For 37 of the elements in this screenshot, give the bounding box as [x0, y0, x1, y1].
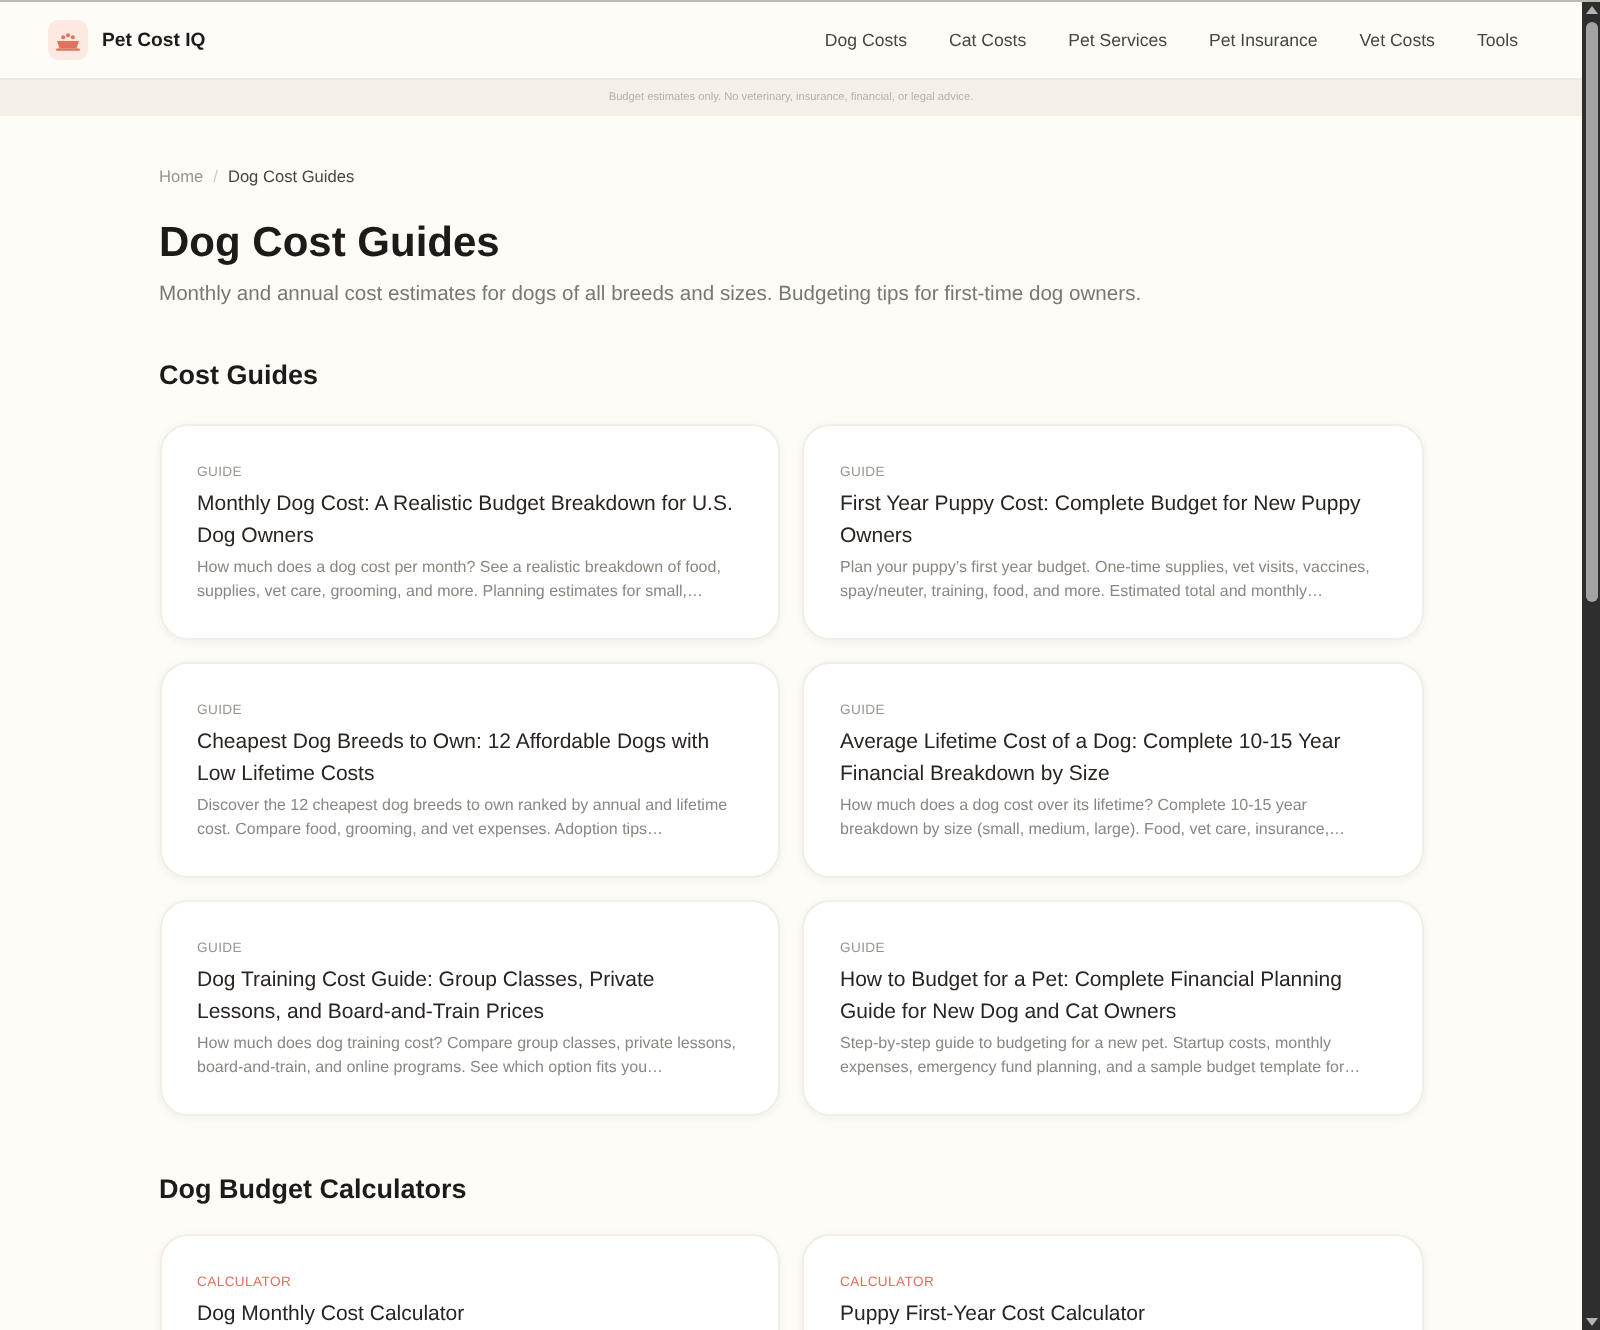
nav-link[interactable]: Tools [1476, 30, 1518, 50]
card-title: Dog Training Cost Guide: Group Classes, Private Lessons, and Board-and-Train Prices [197, 966, 657, 1028]
site-name[interactable]: Pet Cost IQ [102, 29, 206, 51]
section-heading: Cost Guides [159, 360, 321, 392]
card-title: Cheapest Dog Breeds to Own: 12 Affordable Dogs with Low Lifetime Costs [197, 728, 712, 790]
breadcrumb-separator: / [213, 166, 218, 186]
card-description: How much does a dog cost over its lifetime? Complete 10-15 year breakdown by size (small, medium, large). Food, vet care, insurance,… [840, 794, 1348, 842]
nav-link[interactable]: Cat Costs [949, 30, 1027, 50]
scroll-down-arrow-icon[interactable] [1585, 1318, 1597, 1326]
nav-link[interactable]: Vet Costs [1359, 30, 1435, 50]
guide-card[interactable] [159, 424, 780, 640]
card-title: Dog Monthly Cost Calculator [197, 1300, 467, 1330]
card-description: How much does dog training cost? Compare group classes, private lessons, board-and-train, and online programs. See which option fits you… [197, 1032, 738, 1080]
page-title: Dog Cost Guides [159, 218, 502, 270]
bowl-logo-icon[interactable] [48, 20, 88, 60]
nav-link[interactable]: Pet Services [1068, 30, 1168, 50]
card-description: Discover the 12 cheapest dog breeds to own ranked by annual and lifetime cost. Compare food, grooming, and vet expenses. Adoption tips… [197, 794, 730, 842]
card-description: Step-by-step guide to budgeting for a new pet. Startup costs, monthly expenses, emergency fund planning, and a sample budget template for… [840, 1032, 1363, 1080]
guide-card[interactable] [802, 424, 1423, 640]
card-description: How much does a dog cost per month? See a realistic breakdown of food, supplies, vet care, grooming, and more. Planning estimates for small,… [197, 556, 723, 604]
guide-card[interactable] [159, 900, 780, 1116]
nav-link[interactable]: Dog Costs [824, 30, 907, 50]
scroll-up-arrow-icon[interactable] [1585, 6, 1597, 14]
card-title: Puppy First-Year Cost Calculator [840, 1300, 1148, 1330]
card-description: Plan your puppy’s first year budget. One-time supplies, vet visits, vaccines, spay/neuter, training, food, and more. Estimated total and monthly… [840, 556, 1372, 604]
page-intro: Monthly and annual cost estimates for dogs of all breeds and sizes. Budgeting tips for first-time dog owners. [159, 282, 1144, 310]
card-title: How to Budget for a Pet: Complete Financial Planning Guide for New Dog and Cat Owners [840, 966, 1344, 1028]
nav-link[interactable]: Pet Insurance [1209, 30, 1318, 50]
guide-card[interactable] [802, 662, 1423, 878]
guide-card[interactable] [159, 662, 780, 878]
card-title: First Year Puppy Cost: Complete Budget for New Puppy Owners [840, 490, 1363, 552]
guide-card[interactable] [802, 900, 1423, 1116]
card-title: Monthly Dog Cost: A Realistic Budget Breakdown for U.S. Dog Owners [197, 490, 735, 552]
scrollbar-thumb[interactable] [1585, 22, 1597, 602]
breadcrumb-item: Dog Cost Guides [227, 166, 355, 186]
section-heading: Dog Budget Calculators [159, 1174, 469, 1206]
card-title: Average Lifetime Cost of a Dog: Complete 10-15 Year Financial Breakdown by Size [840, 728, 1343, 790]
